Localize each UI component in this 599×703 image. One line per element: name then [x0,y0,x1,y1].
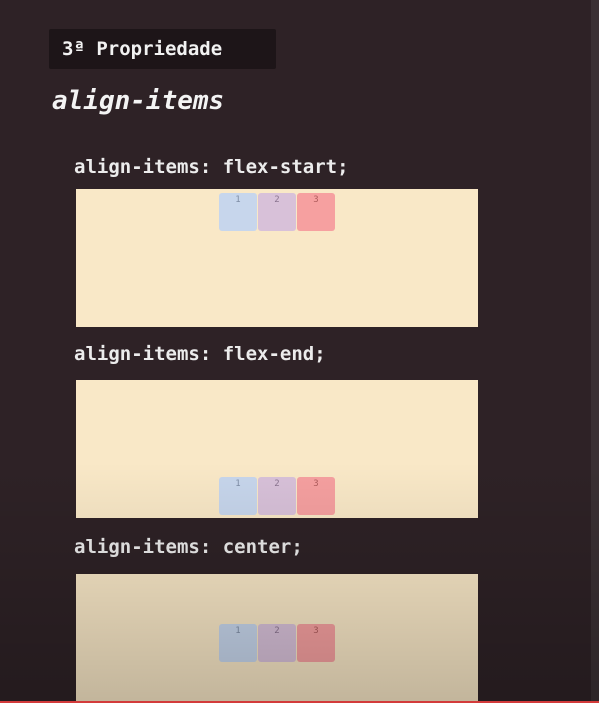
slide-title: align-items [52,86,225,116]
example-label-flex-start: align-items: flex-start; [74,156,349,178]
example-label-center: align-items: center; [74,536,303,558]
flex-container-center: 1 2 3 [76,574,478,703]
flex-container-flex-end: 1 2 3 [76,380,478,518]
property-badge-label: 3ª Propriedade [62,38,223,60]
window-edge [591,0,599,703]
flex-item-3: 3 [297,624,335,662]
flex-item-3: 3 [297,193,335,231]
flex-item-1: 1 [219,193,257,231]
flex-item-3: 3 [297,477,335,515]
flex-item-1: 1 [219,624,257,662]
flex-item-1: 1 [219,477,257,515]
flex-item-2: 2 [258,624,296,662]
property-badge: 3ª Propriedade [49,29,276,69]
flex-item-2: 2 [258,193,296,231]
flex-container-flex-start: 1 2 3 [76,189,478,327]
example-label-flex-end: align-items: flex-end; [74,343,326,365]
flex-item-2: 2 [258,477,296,515]
